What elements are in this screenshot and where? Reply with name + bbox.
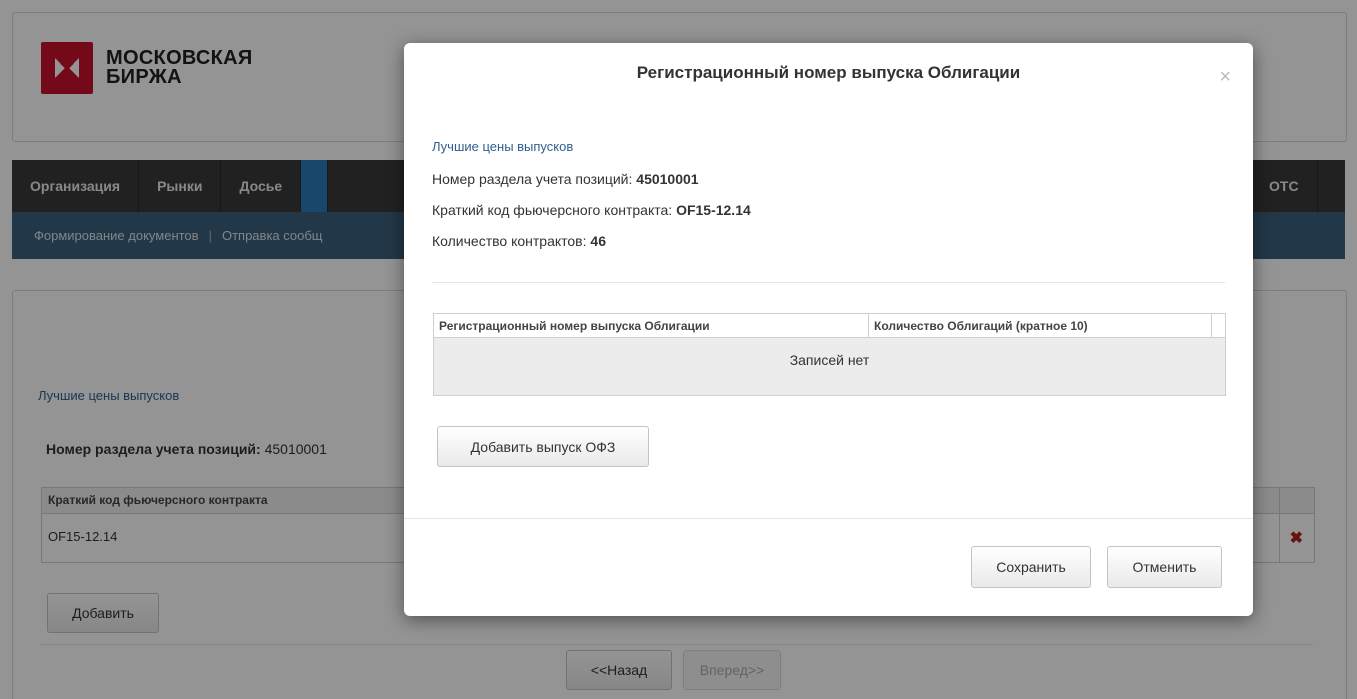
bond-quantity-column-header[interactable]: Количество Облигаций (кратное 10) [869,314,1212,338]
dialog-title: Регистрационный номер выпуска Облигации [636,63,1021,82]
reg-number-column-header[interactable]: Регистрационный номер выпуска Облигации [434,314,869,338]
extra-column-header [1212,314,1225,338]
dialog-position-line: Номер раздела учета позиций: 45010001 [432,171,699,187]
dialog-contract-label: Краткий код фьючерсного контракта: [432,202,673,218]
dialog-position-label: Номер раздела учета позиций: [432,171,633,187]
dialog-contract-value: OF15-12.14 [676,202,751,218]
bond-issues-table: Регистрационный номер выпуска Облигации … [433,313,1226,396]
dialog-count-label: Количество контрактов: [432,233,587,249]
cancel-button[interactable]: Отменить [1107,546,1222,588]
bond-issue-dialog: Регистрационный номер выпуска Облигации … [404,43,1253,616]
save-button[interactable]: Сохранить [971,546,1091,588]
dialog-contract-line: Краткий код фьючерсного контракта: OF15-… [432,202,751,218]
dialog-divider [432,282,1225,283]
dialog-footer-divider [404,518,1253,519]
add-ofz-issue-button[interactable]: Добавить выпуск ОФЗ [437,426,649,467]
dialog-count-line: Количество контрактов: 46 [432,233,606,249]
close-icon[interactable]: × [1219,67,1231,87]
dialog-best-prices-link[interactable]: Лучшие цены выпусков [432,139,573,154]
dialog-count-value: 46 [590,233,606,249]
dialog-position-value: 45010001 [636,171,699,187]
empty-table-message: Записей нет [789,352,870,368]
